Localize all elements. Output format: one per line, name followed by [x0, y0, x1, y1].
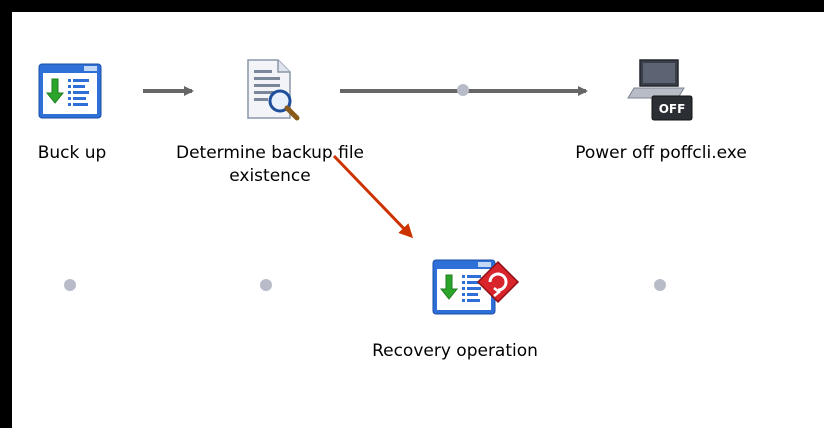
node-label-poweroff[interactable]: Power off poffcli.exe: [545, 142, 777, 165]
node-label-determine-line2: existence: [229, 166, 311, 186]
job-recovery-icon[interactable]: [432, 258, 522, 316]
empty-slot-dot[interactable]: [654, 279, 666, 291]
node-label-recovery[interactable]: Recovery operation: [340, 340, 570, 363]
job-net-canvas[interactable]: Buck up Determine backup file existence: [0, 0, 824, 428]
node-label-backup[interactable]: Buck up: [20, 142, 124, 165]
empty-slot-dot[interactable]: [64, 279, 76, 291]
empty-slot-dot[interactable]: [260, 279, 272, 291]
node-label-determine-line1: Determine backup file: [175, 143, 365, 163]
connector-layer: [64, 84, 666, 291]
node-label-determine[interactable]: Determine backup file existence: [150, 142, 390, 188]
off-badge-text: OFF: [659, 102, 686, 116]
document-search-icon[interactable]: [244, 58, 300, 122]
job-download-icon[interactable]: [38, 63, 102, 119]
empty-slot-dot[interactable]: [457, 84, 469, 96]
power-off-computer-icon[interactable]: OFF: [626, 58, 696, 122]
